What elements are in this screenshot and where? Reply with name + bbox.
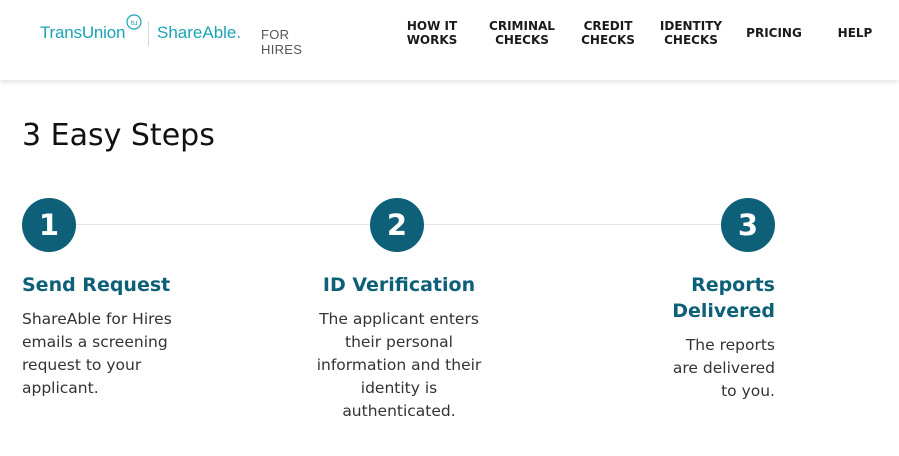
step-3-number: 3 [721,198,775,252]
step-1-number: 1 [22,198,76,252]
for-hires-label: FOR HIRES [261,27,303,57]
nav-how-it-works[interactable]: HOW IT WORKS [397,19,467,47]
nav-criminal-checks[interactable]: CRIMINAL CHECKS [477,19,567,47]
nav-help[interactable]: HELP [823,26,887,40]
tu-mark-text: tu [131,18,137,27]
transunion-wordmark: TransUnion [40,23,126,42]
shareable-wordmark: ShareAble. [157,23,242,42]
site-header: TransUnion tu ShareAble. FOR HIRES HOW I… [0,0,899,80]
step-1-description: ShareAble for Hires emails a screening r… [22,310,172,397]
nav-identity-checks[interactable]: IDENTITY CHECKS [653,19,729,47]
step-2-title: ID Verification [322,274,476,296]
step-1-title: Send Request [22,274,171,296]
step-3-title: Reports Delivered [672,274,775,322]
step-2-number: 2 [370,198,424,252]
step-3-description: The reports are delivered to you. [672,336,775,400]
nav-credit-checks[interactable]: CREDIT CHECKS [573,19,643,47]
main-nav: HOW IT WORKS CRIMINAL CHECKS CREDIT CHEC… [389,19,899,53]
step-2-description: The applicant enters their personal info… [316,310,482,420]
logo-divider [148,22,149,46]
nav-pricing[interactable]: PRICING [741,26,807,40]
page-title: 3 Easy Steps [22,118,215,153]
tu-circle-icon: tu [126,14,142,30]
